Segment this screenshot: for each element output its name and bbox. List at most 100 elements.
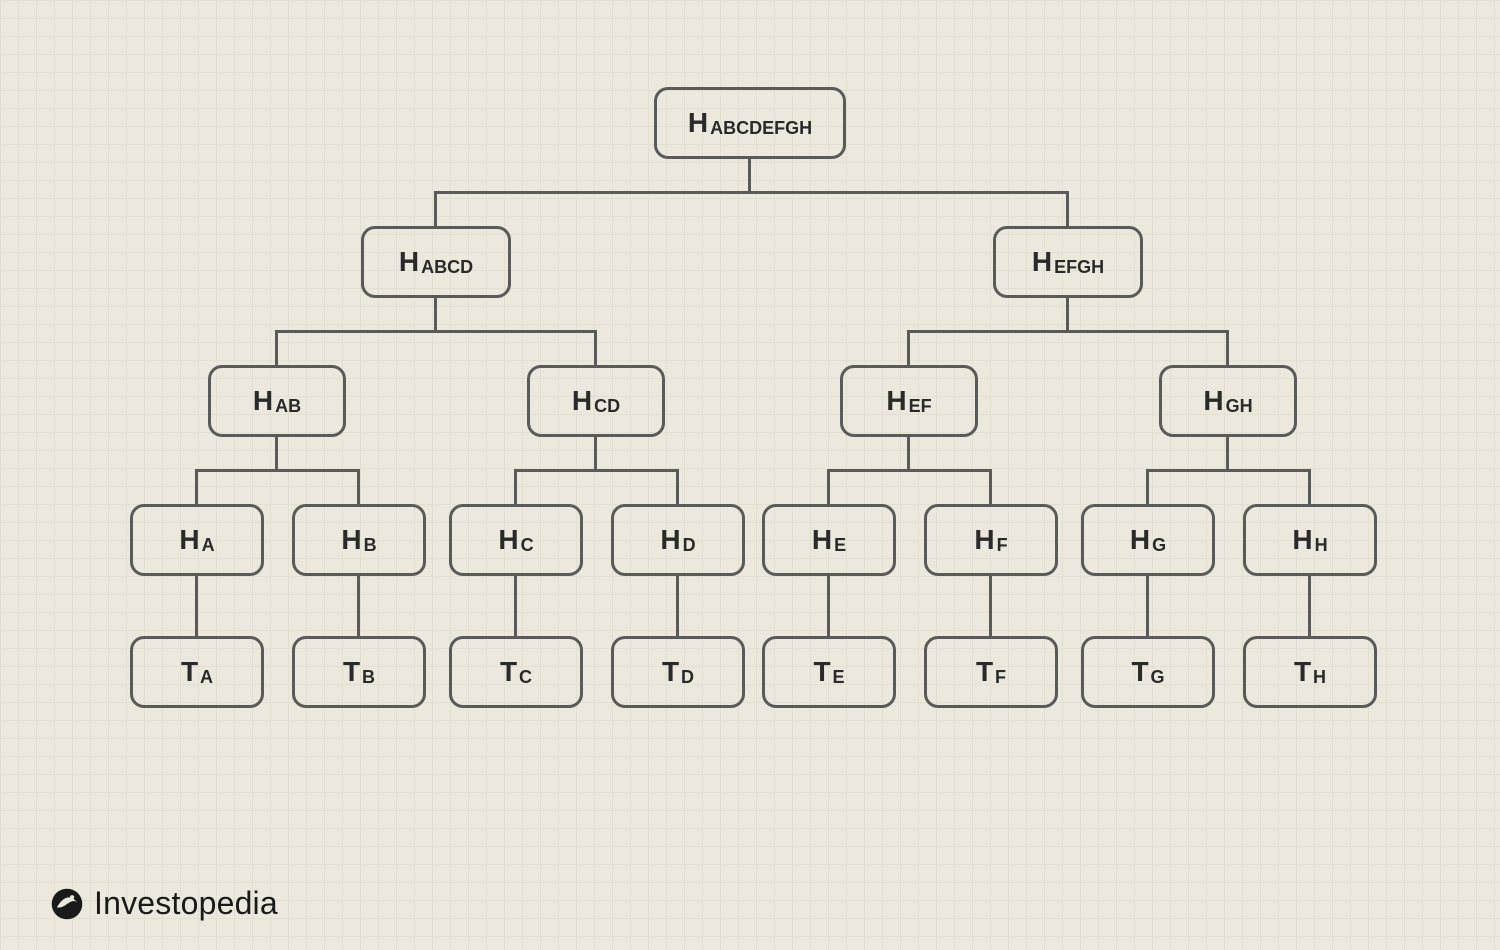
- node-tx-c: T C: [449, 636, 583, 708]
- connector: [195, 576, 198, 636]
- connector: [195, 469, 360, 472]
- node-label-sub: H: [1315, 535, 1328, 556]
- connector: [1226, 330, 1229, 365]
- node-label-sub: E: [834, 535, 846, 556]
- connector: [1146, 469, 1311, 472]
- node-hash-efgh: H EFGH: [993, 226, 1143, 298]
- node-label-main: T: [1294, 656, 1311, 688]
- node-hash-c: H C: [449, 504, 583, 576]
- node-tx-h: T H: [1243, 636, 1377, 708]
- node-tx-b: T B: [292, 636, 426, 708]
- node-tx-f: T F: [924, 636, 1058, 708]
- connector: [514, 576, 517, 636]
- node-label-main: H: [399, 246, 419, 278]
- node-label-sub: EF: [909, 396, 932, 417]
- node-root-hash: H ABCDEFGH: [654, 87, 846, 159]
- node-label-main: H: [498, 524, 518, 556]
- connector: [1066, 191, 1069, 226]
- node-label-sub: A: [200, 667, 213, 688]
- node-hash-ab: H AB: [208, 365, 346, 437]
- node-tx-e: T E: [762, 636, 896, 708]
- connector: [907, 330, 910, 365]
- node-label-sub: ABCDEFGH: [710, 118, 812, 139]
- node-label-sub: H: [1313, 667, 1326, 688]
- node-label-main: H: [341, 524, 361, 556]
- connector: [907, 437, 910, 469]
- node-label-sub: D: [681, 667, 694, 688]
- node-label-main: H: [688, 107, 708, 139]
- node-label-sub: F: [995, 667, 1006, 688]
- connector: [989, 576, 992, 636]
- connector: [1308, 469, 1311, 504]
- connector: [748, 159, 751, 191]
- node-label-main: H: [253, 385, 273, 417]
- connector: [594, 437, 597, 469]
- connector: [827, 469, 830, 504]
- node-label-main: T: [662, 656, 679, 688]
- connector: [676, 576, 679, 636]
- connector: [1308, 576, 1311, 636]
- connector: [676, 469, 679, 504]
- connector: [275, 330, 278, 365]
- connector: [1226, 437, 1229, 469]
- connector: [195, 469, 198, 504]
- connector: [434, 298, 437, 330]
- node-label-main: T: [181, 656, 198, 688]
- node-hash-d: H D: [611, 504, 745, 576]
- node-label-sub: B: [364, 535, 377, 556]
- node-label-sub: C: [521, 535, 534, 556]
- node-label-main: T: [343, 656, 360, 688]
- node-label-main: H: [572, 385, 592, 417]
- connector: [989, 469, 992, 504]
- node-label-sub: B: [362, 667, 375, 688]
- connector: [514, 469, 679, 472]
- connector: [434, 191, 437, 226]
- node-label-main: T: [500, 656, 517, 688]
- connector: [594, 330, 597, 365]
- node-label-main: H: [1130, 524, 1150, 556]
- connector: [357, 469, 360, 504]
- node-label-main: T: [976, 656, 993, 688]
- node-label-sub: G: [1152, 535, 1166, 556]
- node-label-main: H: [1203, 385, 1223, 417]
- connector: [827, 469, 992, 472]
- node-label-main: H: [1032, 246, 1052, 278]
- node-label-sub: CD: [594, 396, 620, 417]
- node-hash-f: H F: [924, 504, 1058, 576]
- connector: [275, 330, 597, 333]
- node-label-sub: EFGH: [1054, 257, 1104, 278]
- node-label-main: H: [886, 385, 906, 417]
- node-label-sub: G: [1151, 667, 1165, 688]
- node-hash-ef: H EF: [840, 365, 978, 437]
- node-tx-g: T G: [1081, 636, 1215, 708]
- connector: [827, 576, 830, 636]
- node-label-main: H: [660, 524, 680, 556]
- connector: [434, 191, 1069, 194]
- node-hash-gh: H GH: [1159, 365, 1297, 437]
- node-label-main: T: [1131, 656, 1148, 688]
- node-label-sub: A: [202, 535, 215, 556]
- node-label-sub: E: [833, 667, 845, 688]
- node-hash-a: H A: [130, 504, 264, 576]
- node-tx-d: T D: [611, 636, 745, 708]
- brand: Investopedia: [50, 885, 278, 922]
- node-label-sub: ABCD: [421, 257, 473, 278]
- node-label-main: H: [974, 524, 994, 556]
- investopedia-logo-icon: [50, 887, 84, 921]
- node-hash-cd: H CD: [527, 365, 665, 437]
- connector: [357, 576, 360, 636]
- node-hash-h: H H: [1243, 504, 1377, 576]
- node-label-main: H: [812, 524, 832, 556]
- node-label-main: H: [179, 524, 199, 556]
- node-tx-a: T A: [130, 636, 264, 708]
- node-label-sub: C: [519, 667, 532, 688]
- connector: [1066, 298, 1069, 330]
- node-label-main: T: [813, 656, 830, 688]
- node-label-sub: AB: [275, 396, 301, 417]
- connector: [1146, 469, 1149, 504]
- node-label-main: H: [1292, 524, 1312, 556]
- connector: [1146, 576, 1149, 636]
- node-hash-abcd: H ABCD: [361, 226, 511, 298]
- node-label-sub: GH: [1226, 396, 1253, 417]
- brand-text: Investopedia: [94, 885, 278, 922]
